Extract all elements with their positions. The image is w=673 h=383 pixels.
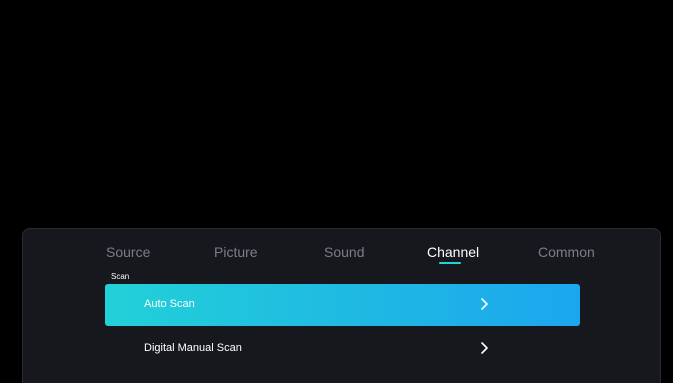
tv-screen: Source Picture Sound Channel Common Scan… [0,0,673,383]
chevron-right-icon [481,342,488,354]
chevron-right-icon [481,298,488,310]
menu-item-label: Digital Manual Scan [144,342,242,354]
tab-sound[interactable]: Sound [324,244,364,260]
tab-channel[interactable]: Channel [427,244,479,260]
settings-menu-panel: Source Picture Sound Channel Common Scan… [22,228,661,383]
tab-picture[interactable]: Picture [214,244,258,260]
menu-tabs: Source Picture Sound Channel Common [23,229,660,269]
section-label-scan: Scan [111,272,130,281]
active-tab-indicator [439,262,461,264]
tab-common[interactable]: Common [538,244,595,260]
menu-item-digital-manual-scan[interactable]: Digital Manual Scan [105,328,580,370]
tab-source[interactable]: Source [106,244,150,260]
menu-item-label: Auto Scan [144,298,195,310]
menu-item-auto-scan[interactable]: Auto Scan [105,284,580,326]
